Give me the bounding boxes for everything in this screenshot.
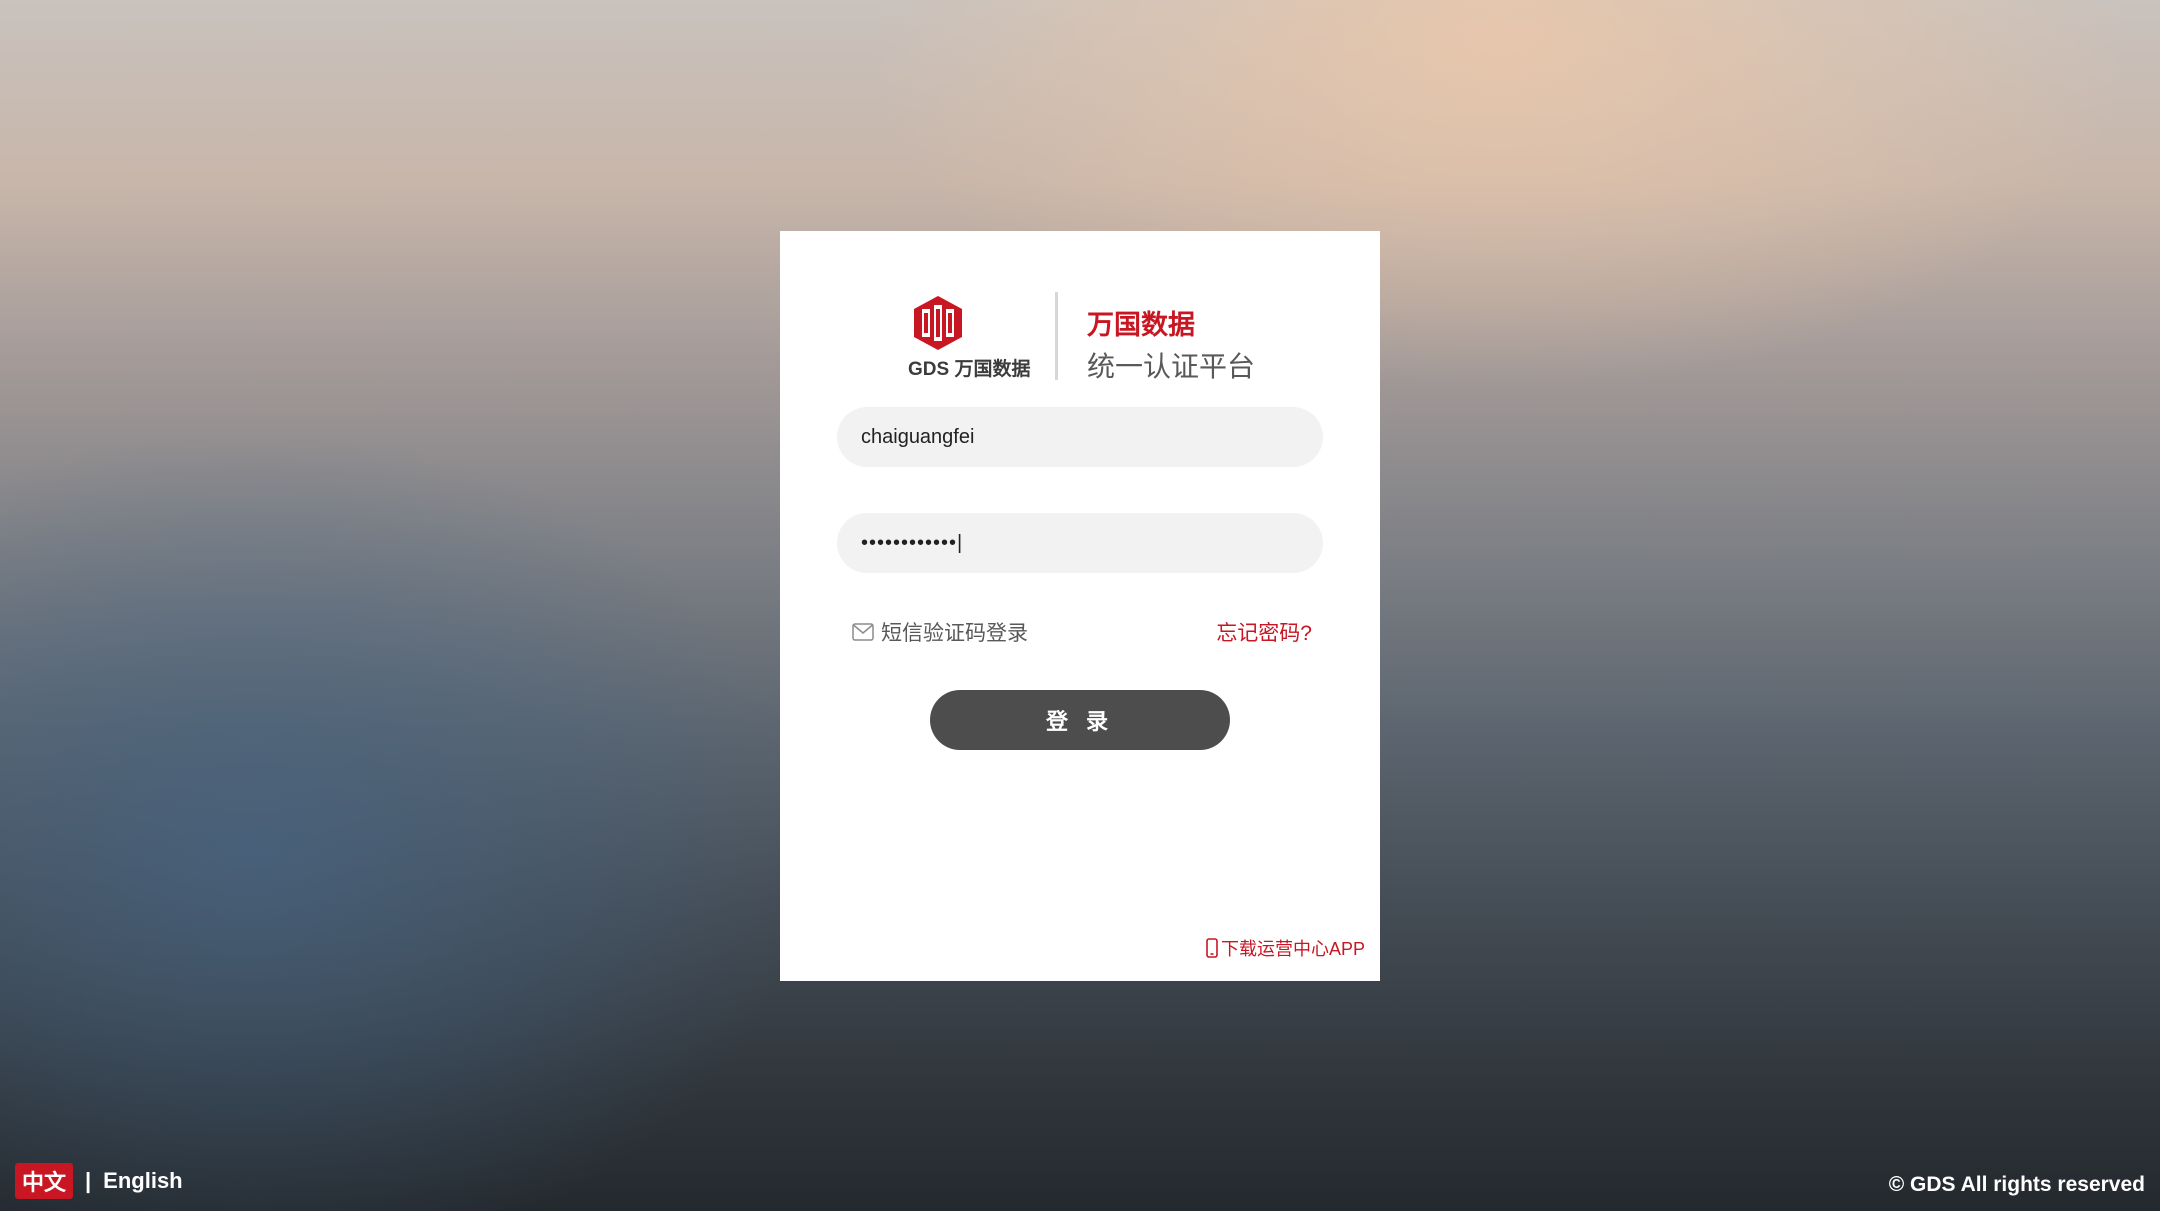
brand-header: GDS 万国数据 万国数据 统一认证平台 — [780, 261, 1380, 382]
lang-separator: | — [85, 1168, 92, 1193]
lang-english-button[interactable]: English — [103, 1168, 182, 1194]
password-input[interactable] — [837, 513, 1323, 573]
app-download-link[interactable]: 下载运营中心APP — [1206, 935, 1365, 961]
lang-chinese-button[interactable]: 中文 — [15, 1163, 74, 1199]
login-button[interactable]: 登 录 — [930, 690, 1230, 750]
phone-icon — [1206, 938, 1218, 958]
app-download-label: 下载运营中心APP — [1220, 939, 1365, 959]
forgot-password-link[interactable]: 忘记密码? — [1216, 617, 1312, 647]
copyright-text: © GDS All rights reserved — [1888, 1173, 2145, 1196]
sms-login-label: 短信验证码登录 — [881, 622, 1028, 645]
logo-divider — [1055, 292, 1058, 380]
login-card: GDS 万国数据 万国数据 统一认证平台 短信验证码登录 忘记密码? 登 录 下… — [780, 231, 1380, 981]
language-switcher: 中文 | English — [15, 1163, 183, 1199]
mail-icon — [852, 623, 874, 641]
brand-name: 万国数据 — [1087, 310, 1195, 340]
username-input[interactable] — [837, 407, 1323, 467]
gds-logo-icon — [914, 296, 962, 350]
logo-text: GDS 万国数据 — [908, 359, 1031, 380]
sms-login-link[interactable]: 短信验证码登录 — [852, 617, 1028, 647]
login-options: 短信验证码登录 忘记密码? — [852, 617, 1312, 647]
platform-title: 统一认证平台 — [1087, 351, 1256, 382]
